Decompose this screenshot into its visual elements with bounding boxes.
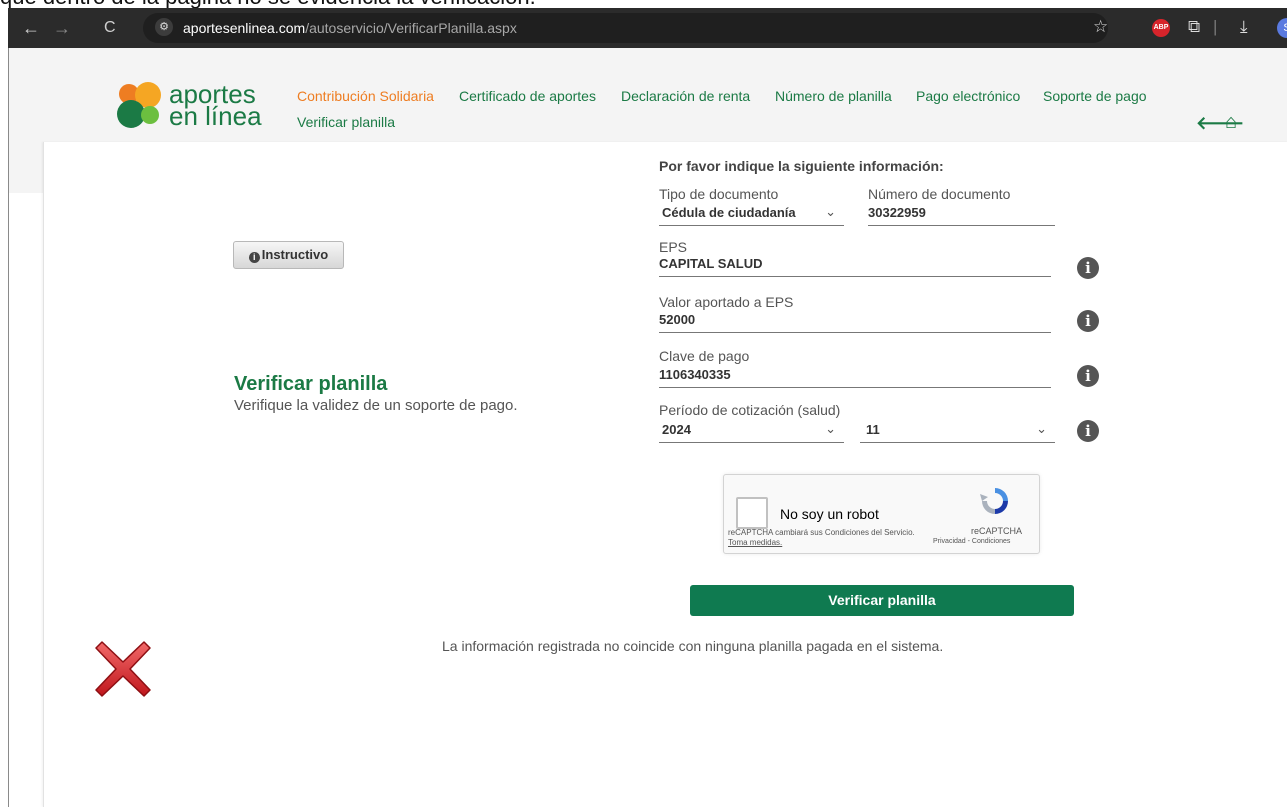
valor-eps-input[interactable]: 52000 <box>659 310 1051 333</box>
valor-eps-label: Valor aportado a EPS <box>659 294 794 310</box>
puzzle-icon[interactable]: ⧉ <box>1188 17 1200 37</box>
recaptcha-logo-icon <box>980 488 1008 514</box>
eps-value: CAPITAL SALUD <box>659 256 763 271</box>
numero-documento-label: Número de documento <box>868 186 1011 202</box>
eps-input[interactable]: CAPITAL SALUD <box>659 254 1051 277</box>
verificar-planilla-button[interactable]: Verificar planilla <box>690 585 1074 616</box>
arrow-left-icon[interactable]: ← <box>22 18 40 38</box>
clave-pago-value: 1106340335 <box>659 367 731 382</box>
tipo-documento-select[interactable]: Cédula de ciudadanía ⌄ <box>659 203 844 226</box>
numero-documento-value: 30322959 <box>868 205 926 220</box>
info-icon[interactable]: i <box>1077 420 1099 442</box>
recaptcha-notice-link[interactable]: Toma medidas. <box>728 538 782 547</box>
clave-pago-input[interactable]: 1106340335 <box>659 365 1051 388</box>
reload-icon[interactable]: C <box>104 18 116 38</box>
info-icon[interactable]: i <box>1077 365 1099 387</box>
menu-pago-electronico[interactable]: Pago electrónico <box>916 88 1020 104</box>
form-prompt: Por favor indique la siguiente informaci… <box>659 158 944 174</box>
page-title: Verificar planilla <box>234 373 388 395</box>
recaptcha-links[interactable]: Privacidad - Condiciones <box>933 538 1010 545</box>
profile-avatar[interactable]: S <box>1277 18 1287 38</box>
caption-fragment: que dentro de la página no se evidencia … <box>0 0 1287 8</box>
numero-documento-input[interactable]: 30322959 <box>868 203 1055 226</box>
arrow-right-icon[interactable]: → <box>53 18 71 38</box>
instructivo-label: Instructivo <box>261 247 329 262</box>
info-icon: i <box>248 252 260 263</box>
menu-declaracion-renta[interactable]: Declaración de renta <box>621 88 750 104</box>
url-text[interactable]: aportesenlinea.com/autoservicio/Verifica… <box>183 20 517 36</box>
periodo-month-value: 11 <box>866 422 880 437</box>
tipo-documento-value: Cédula de ciudadanía <box>662 205 796 220</box>
periodo-month-select[interactable]: 11 ⌄ <box>860 420 1055 443</box>
logo-text-enlinea: en línea <box>169 101 262 131</box>
info-icon[interactable]: i <box>1077 257 1099 279</box>
chevron-down-icon: ⌄ <box>1036 421 1047 436</box>
periodo-label: Período de cotización (salud) <box>659 402 841 418</box>
address-bar[interactable]: ⚙ aportesenlinea.com/autoservicio/Verifi… <box>143 13 1108 43</box>
logo-lightgreen-dot <box>141 106 159 124</box>
periodo-year-select[interactable]: 2024 ⌄ <box>659 420 844 443</box>
page-subtitle: Verifique la validez de un soporte de pa… <box>234 397 518 414</box>
home-icon[interactable]: ⌂ <box>1225 111 1237 134</box>
chevron-down-icon: ⌄ <box>825 421 836 436</box>
error-x-icon <box>95 641 151 697</box>
instructivo-button[interactable]: i Instructivo <box>233 241 344 269</box>
info-icon[interactable]: i <box>1077 310 1099 332</box>
menu-contribucion-solidaria[interactable]: Contribución Solidaria <box>297 88 434 104</box>
eps-label: EPS <box>659 239 688 255</box>
recaptcha-checkbox[interactable] <box>736 497 768 529</box>
menu-verificar-planilla[interactable]: Verificar planilla <box>297 114 395 130</box>
adblock-icon[interactable]: ABP <box>1152 19 1170 37</box>
recaptcha-widget: No soy un robot reCAPTCHA cambiará sus C… <box>723 474 1040 554</box>
site-logo[interactable]: aportes en línea <box>117 78 267 133</box>
periodo-year-value: 2024 <box>662 422 691 437</box>
recaptcha-notice: reCAPTCHA cambiará sus Condiciones del S… <box>728 528 915 547</box>
tipo-documento-label: Tipo de documento <box>659 186 779 202</box>
menu-certificado-aportes[interactable]: Certificado de aportes <box>459 88 596 104</box>
recaptcha-brand: reCAPTCHA <box>971 526 1023 536</box>
toolbar-divider: | <box>1213 17 1218 36</box>
result-message: La información registrada no coincide co… <box>442 638 944 654</box>
valor-eps-value: 52000 <box>659 312 696 327</box>
clave-pago-label: Clave de pago <box>659 348 750 364</box>
recaptcha-label: No soy un robot <box>780 506 879 522</box>
menu-soporte-pago[interactable]: Soporte de pago <box>1043 88 1147 104</box>
star-icon[interactable]: ☆ <box>1093 17 1108 37</box>
menu-numero-planilla[interactable]: Número de planilla <box>775 88 892 104</box>
download-icon[interactable]: ⤓ <box>1240 17 1248 37</box>
chevron-down-icon: ⌄ <box>825 204 836 219</box>
browser-toolbar: ← → C ⚙ aportesenlinea.com/autoservicio/… <box>8 8 1287 48</box>
tune-icon[interactable]: ⚙ <box>155 18 173 36</box>
